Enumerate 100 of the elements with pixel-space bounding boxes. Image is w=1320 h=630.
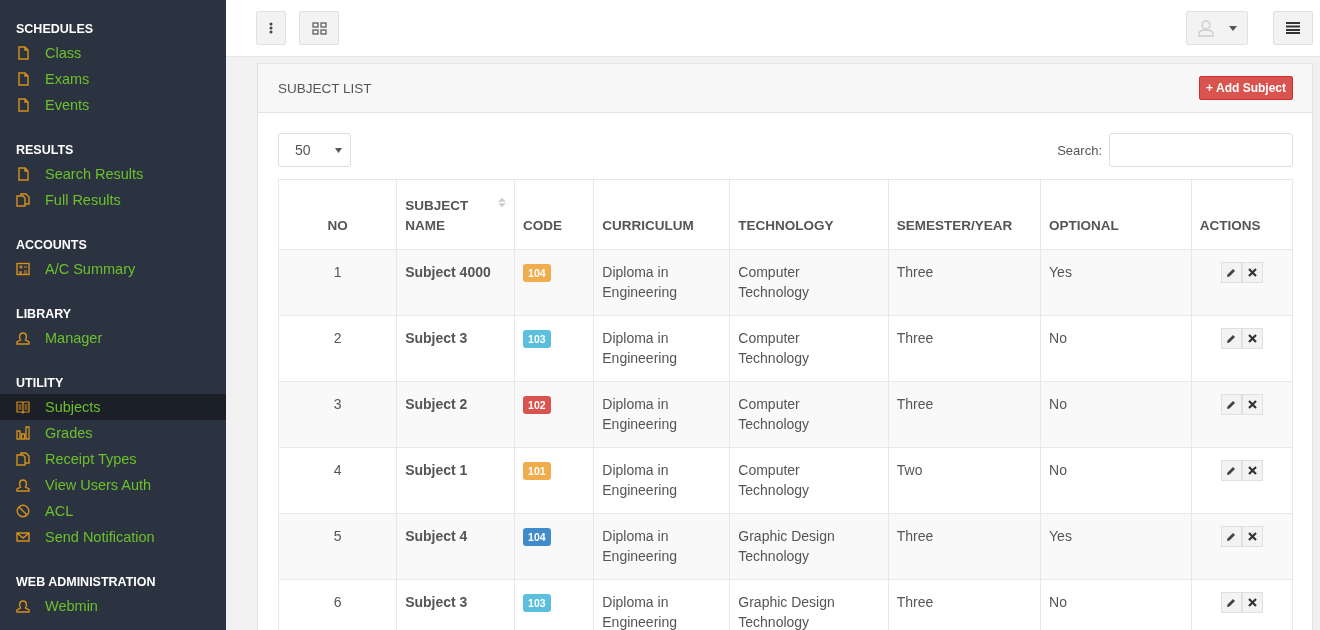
menu-item-label: Send Notification [45,529,155,545]
close-icon [1247,334,1257,343]
table-cell: Three [896,528,934,544]
delete-button[interactable] [1241,262,1263,283]
column-header: SEMESTER/YEAR [896,218,1013,233]
table-cell: Diploma in Engineering [602,462,677,498]
menu-item[interactable]: ACL [0,498,226,524]
table-cell: No [1049,462,1067,478]
pencil-icon [1226,399,1237,410]
edit-button[interactable] [1220,460,1242,481]
ban-icon [16,504,30,518]
edit-button[interactable] [1220,526,1242,547]
edit-button[interactable] [1220,394,1242,415]
menu-item[interactable]: Events [0,92,226,118]
grid-button[interactable] [299,11,339,45]
table-cell: 5 [333,528,342,544]
table-cell: Yes [1049,528,1072,544]
section-heading: ACCOUNTS [15,237,88,254]
table-cell: Diploma in Engineering [602,528,677,564]
table-cell-text: Computer Technology [738,461,811,500]
menu-icon [1286,22,1300,34]
page-size-dropdown[interactable]: 50 [278,133,351,167]
delete-button[interactable] [1241,592,1263,613]
caret-icon [335,147,342,153]
code-badge: 104 [523,264,551,282]
table-cell: Subject 3 [405,594,468,610]
search-field[interactable] [1109,133,1293,167]
caret-icon [1229,25,1237,31]
close-icon [1247,400,1257,409]
pencil-icon [1226,267,1237,278]
delete-button[interactable] [1241,328,1263,349]
table-cell: 4 [333,462,342,478]
code-badge: 101 [523,462,551,480]
edit-button[interactable] [1220,592,1242,613]
kebab-icon [269,22,273,34]
menu-item-label: Subjects [45,399,101,415]
pencil-icon [1226,531,1237,542]
table-cell-text: Computer Technology [738,263,811,302]
menu-item[interactable]: Class [0,40,226,66]
column-header: CURRICULUM [602,218,694,233]
search-label: Search: [1057,142,1102,158]
table-cell-text: Graphic Design Technology [738,593,836,630]
close-icon [1247,466,1257,475]
table-cell: Two [896,462,923,478]
menu-item[interactable]: Search Results [0,161,226,187]
book-icon [16,400,30,414]
section-heading: WEB ADMINISTRATION [15,574,157,591]
edit-button[interactable] [1220,328,1242,349]
table-cell: Diploma in Engineering [602,396,677,432]
menu-item[interactable]: View Users Auth [0,472,226,498]
menu-item[interactable]: Receipt Types [0,446,226,472]
table-cell-text: Graphic Design Technology [738,527,836,566]
menu-item[interactable]: A/C Summary [0,256,226,282]
close-icon [1247,598,1257,607]
menu-item[interactable]: Grades [0,420,226,446]
menu-button[interactable] [1273,11,1313,45]
table-cell: 6 [333,594,342,610]
selected-menu-item[interactable]: Subjects [0,394,226,420]
section-heading: RESULTS [15,142,75,159]
pencil-icon [1226,465,1237,476]
table-cell: Three [896,396,934,412]
table-cell-text: Computer Technology [738,329,811,368]
documents-icon [16,193,30,207]
table-cell: Subject 3 [405,330,468,346]
delete-button[interactable] [1241,526,1263,547]
column-header: NO [327,218,348,233]
column-header: OPTIONAL [1049,218,1119,233]
user-icon [16,331,30,345]
menu-item-label: Events [45,97,90,113]
document-icon [16,72,30,86]
menu-item[interactable]: Webmin [0,593,226,619]
documents-icon [16,452,30,466]
add-subject-button[interactable]: + Add Subject [1199,76,1293,100]
menu-item-label: Full Results [45,192,121,208]
menu-item[interactable]: Full Results [0,187,226,213]
menu-item-label: Class [45,45,82,61]
table-cell: 1 [333,264,342,280]
menu-item[interactable]: Send Notification [0,524,226,550]
table-cell-text: Computer Technology [738,395,811,434]
table-cell: Yes [1049,264,1072,280]
close-icon [1247,532,1257,541]
column-header: TECHNOLOGY [738,218,834,233]
menu-item-label: Grades [45,425,93,441]
edit-button[interactable] [1220,262,1242,283]
column-header: ACTIONS [1199,218,1261,233]
table-cell: No [1049,396,1067,412]
table-cell: 3 [333,396,342,412]
menu-item[interactable]: Manager [0,325,226,351]
calculator-icon [16,262,30,276]
code-badge: 104 [523,528,551,546]
document-icon [16,98,30,112]
user-icon [16,599,30,613]
code-badge: 103 [523,594,551,612]
table-cell: No [1049,330,1067,346]
menu-item[interactable]: Exams [0,66,226,92]
section-heading: LIBRARY [15,306,73,323]
pencil-icon [1226,597,1237,608]
delete-button[interactable] [1241,394,1263,415]
table-cell: 2 [333,330,342,346]
delete-button[interactable] [1241,460,1263,481]
